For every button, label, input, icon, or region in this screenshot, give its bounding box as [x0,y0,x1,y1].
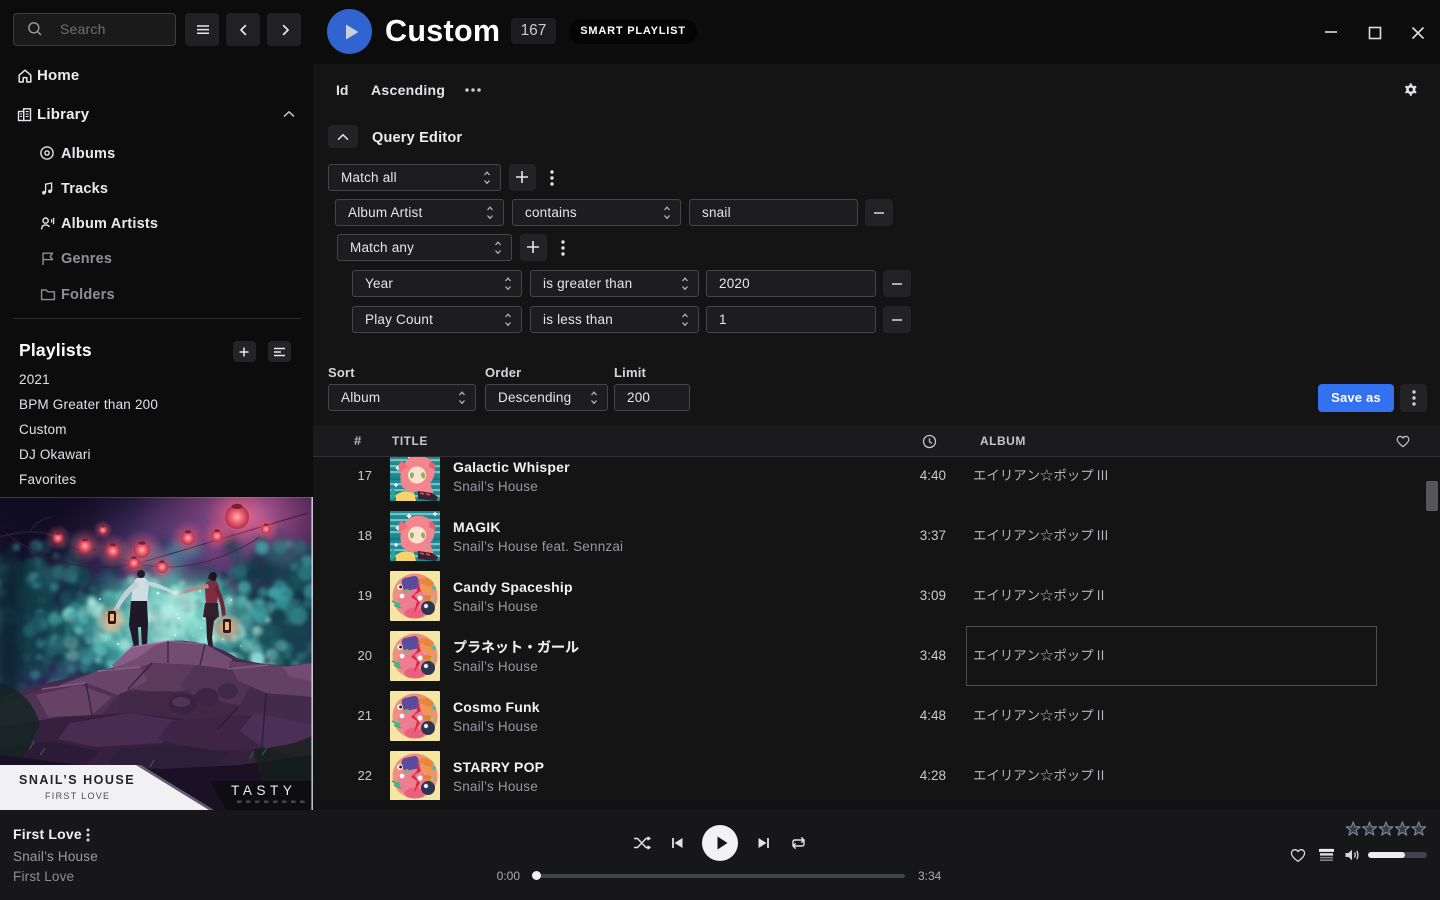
svg-text:FIRST LOVE: FIRST LOVE [45,791,110,801]
svg-text:SNAIL’S HOUSE: SNAIL’S HOUSE [19,773,135,787]
svg-text:TASTY: TASTY [231,783,297,798]
